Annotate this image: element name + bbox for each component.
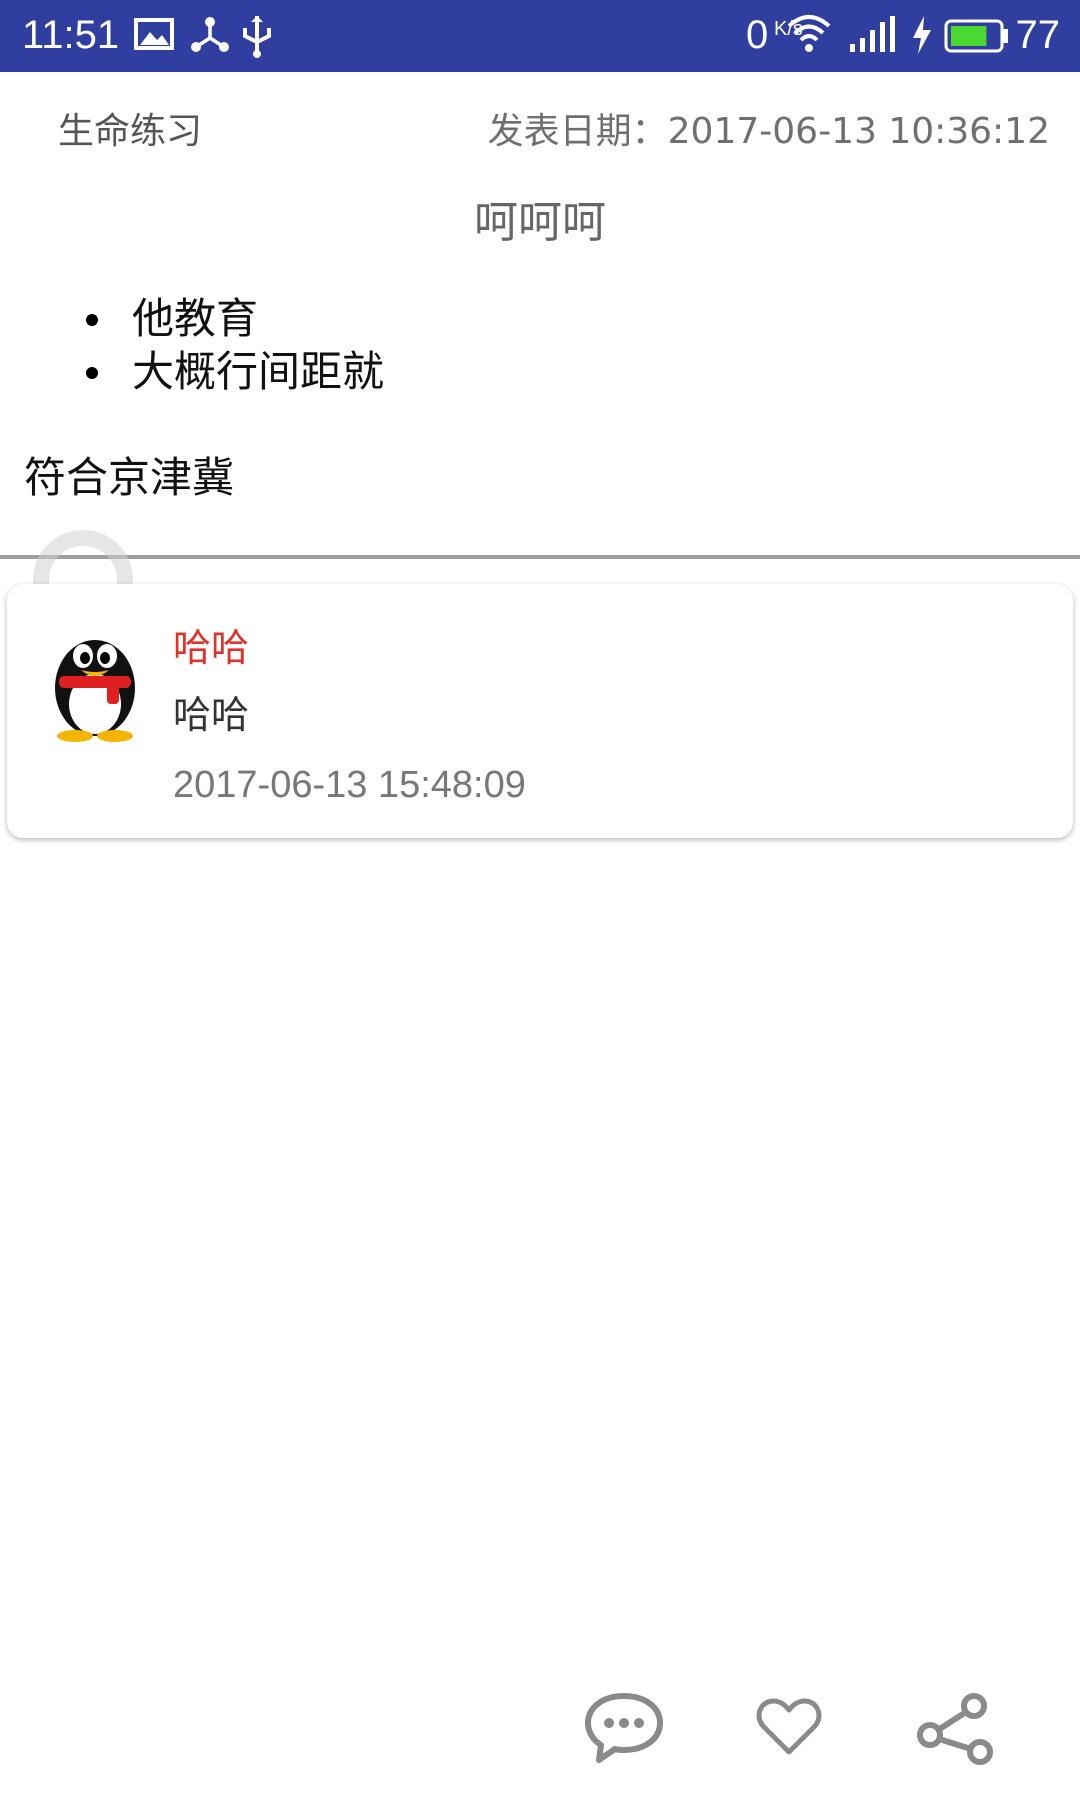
gallery-icon	[134, 18, 174, 50]
like-heart-icon[interactable]	[756, 1696, 822, 1758]
status-bar: 11:51 0 K/s 77	[0, 0, 1080, 72]
comment-time: 2017-06-13 15:48:09	[173, 764, 526, 806]
bullet-text: 大概行间距就	[132, 347, 385, 396]
usb-icon	[243, 16, 271, 58]
comment-card[interactable]: 哈哈 哈哈 2017-06-13 15:48:09	[7, 584, 1073, 838]
publish-info: 发表日期：2017-06-13 10:36:12	[488, 102, 1050, 154]
comment-username: 哈哈	[173, 626, 250, 670]
bullet-item: 大概行间距就	[80, 345, 384, 398]
wifi-icon	[787, 15, 831, 52]
content-divider	[0, 555, 1080, 559]
comment-icon[interactable]	[582, 1690, 666, 1766]
article-paragraph: 符合京津冀	[24, 453, 235, 502]
share-icon[interactable]	[916, 1692, 996, 1766]
publish-label: 发表日期：	[487, 111, 668, 152]
battery-percent: 77	[1015, 13, 1061, 57]
article-title: 呵呵呵	[474, 197, 606, 248]
qq-penguin-icon	[55, 640, 135, 742]
signal-icon	[850, 16, 895, 52]
battery-icon	[944, 19, 1008, 53]
charging-icon	[913, 16, 931, 54]
bullet-item: 他教育	[80, 292, 384, 345]
bullet-dot	[86, 367, 98, 379]
net-speed: 0	[746, 13, 769, 57]
share-nodes-icon	[191, 17, 229, 52]
status-time: 11:51	[22, 13, 120, 57]
publish-date: 2017-06-13 10:36:12	[667, 111, 1050, 152]
bullet-dot	[86, 314, 98, 326]
bullet-text: 他教育	[132, 294, 259, 343]
article-bullet-list: 他教育 大概行间距就	[80, 292, 384, 398]
comment-text: 哈哈	[173, 693, 250, 737]
article-detail-screen: 11:51 0 K/s 77 生命练习 发表日期：2017-06-13 10:3…	[0, 0, 1080, 1800]
article-category: 生命练习	[58, 111, 203, 152]
